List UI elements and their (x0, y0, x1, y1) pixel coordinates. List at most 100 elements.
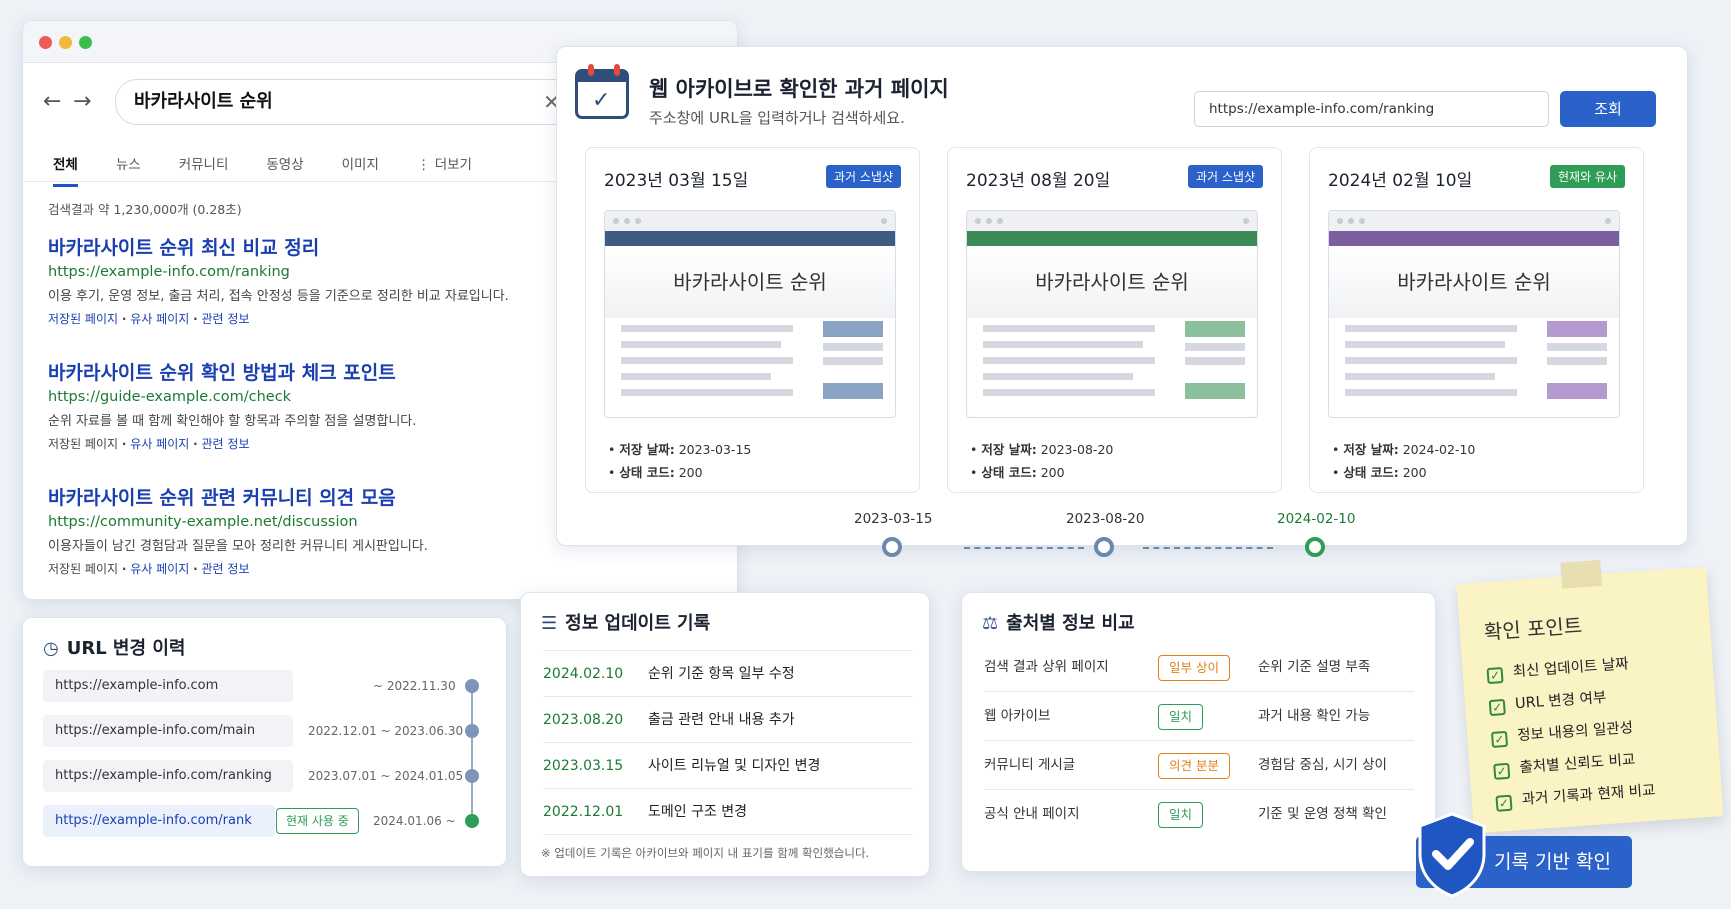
history-timeline-line (471, 688, 473, 824)
saved-date-value: 2023-08-20 (1040, 442, 1114, 457)
source-status-badge: 일치 (1158, 704, 1204, 730)
thumbnail-browser-bar (967, 211, 1257, 231)
update-row: 2022.12.01 도메인 구조 변경 (543, 789, 913, 835)
source-compare-title: 출처별 정보 비교 (1006, 613, 1135, 634)
related-info-link[interactable]: 관련 정보 (202, 312, 250, 326)
check-item: ✓ URL 변경 여부 (1488, 686, 1607, 717)
update-log-title: 정보 업데이트 기록 (565, 613, 711, 634)
update-date: 2022.12.01 (543, 804, 624, 820)
checkbox-checked-icon: ✓ (1486, 667, 1504, 685)
snapshot-thumbnail: 바카라사이트 순위 (604, 210, 896, 418)
url-history-period: 2022.12.01 ~ 2023.06.30 (308, 724, 464, 738)
snapshot-date: 2024년 02월 10일 (1328, 171, 1473, 191)
source-status-badge: 일부 상이 (1158, 655, 1230, 681)
snapshot-card[interactable]: 2024년 02월 10일 현재와 유사 바카라사이트 순위 • 저장 날짜: 202… (1309, 147, 1644, 493)
more-dots-icon: ⋮ (416, 157, 435, 173)
thumbnail-header-strip (605, 231, 895, 246)
snapshot-card[interactable]: 2023년 08월 20일 과거 스냅샷 바카라사이트 순위 • 저장 날짜: 202… (947, 147, 1282, 493)
similar-page-link[interactable]: 유사 페이지 (130, 562, 189, 576)
related-info-link[interactable]: 관련 정보 (202, 437, 250, 451)
saved-date-label: 저장 날짜: (619, 442, 675, 457)
source-compare-panel: ⚖ 출처별 정보 비교 검색 결과 상위 페이지 일부 상이 순위 기준 설명 부족 … (961, 592, 1436, 872)
link-separator: · (193, 437, 198, 451)
result-count: 검색결과 약 1,230,000개 (0.28초) (48, 202, 242, 217)
timeline-connector (1143, 547, 1273, 549)
url-history-url: https://example-info.com (43, 670, 293, 702)
tab-more-label: 더보기 (434, 157, 472, 173)
snapshot-badge: 과거 스냅샷 (1187, 165, 1263, 188)
update-date: 2024.02.10 (543, 666, 624, 682)
update-log-header: ☰ 정보 업데이트 기록 (541, 609, 710, 635)
checkbox-checked-icon: ✓ (1493, 762, 1511, 780)
status-code-label: 상태 코드: (619, 465, 675, 480)
url-history-header: ◷ URL 변경 이력 (43, 634, 185, 660)
timeline-point[interactable] (882, 537, 902, 557)
update-text: 출금 관련 안내 내용 추가 (648, 712, 795, 728)
forward-arrow-icon[interactable]: → (73, 89, 91, 114)
history-point-current (465, 814, 479, 828)
link-separator: · (121, 562, 127, 576)
thumbnail-browser-bar (605, 211, 895, 231)
calendar-check-icon: ✓ (575, 64, 629, 119)
thumbnail-page-title: 바카라사이트 순위 (1329, 246, 1619, 318)
snapshot-badge: 현재와 유사 (1549, 165, 1625, 188)
archive-url-input[interactable]: https://example-info.com/ranking (1194, 91, 1549, 127)
source-note: 순위 기준 설명 부족 (1258, 659, 1371, 675)
thumbnail-page-title: 바카라사이트 순위 (967, 246, 1257, 318)
update-text: 도메인 구조 변경 (648, 804, 748, 820)
saved-date-value: 2024-02-10 (1402, 442, 1476, 457)
saved-page-link[interactable]: 저장된 페이지 (48, 437, 118, 451)
maximize-window-button[interactable] (79, 36, 92, 49)
checkbox-checked-icon: ✓ (1490, 730, 1509, 748)
clock-icon: ◷ (43, 638, 59, 659)
similar-page-link[interactable]: 유사 페이지 (130, 312, 189, 326)
link-separator: · (193, 312, 198, 326)
history-point (465, 724, 479, 738)
current-use-badge: 현재 사용 중 (276, 808, 359, 834)
url-history-panel: ◷ URL 변경 이력 https://example-info.com ~ 20… (22, 617, 507, 867)
url-history-period: 2023.07.01 ~ 2024.01.05 (308, 769, 464, 783)
update-text: 순위 기준 항목 일부 수정 (648, 666, 795, 682)
update-row: 2023.03.15 사이트 리뉴얼 및 디자인 변경 (543, 743, 913, 789)
snapshot-date: 2023년 08월 20일 (966, 171, 1111, 191)
update-date: 2023.08.20 (543, 712, 624, 728)
update-text: 사이트 리뉴얼 및 디자인 변경 (648, 758, 821, 774)
close-window-button[interactable] (39, 36, 52, 49)
list-icon: ☰ (541, 613, 558, 634)
link-separator: · (193, 562, 198, 576)
snapshot-card[interactable]: 2023년 03월 15일 과거 스냅샷 바카라사이트 순위 • 저장 날짜: 202… (585, 147, 920, 493)
timeline-connector (964, 547, 1084, 549)
timeline-point-current[interactable] (1305, 537, 1325, 557)
tape (1560, 559, 1603, 589)
check-item-label: 정보 내용의 일관성 (1516, 720, 1634, 745)
related-info-link[interactable]: 관련 정보 (202, 562, 250, 576)
update-log-panel: ☰ 정보 업데이트 기록 2024.02.10 순위 기준 항목 일부 수정 202… (520, 592, 930, 877)
timeline-point[interactable] (1094, 537, 1114, 557)
url-history-url: https://example-info.com/main (43, 715, 293, 747)
check-item: ✓ 최신 업데이트 날짜 (1486, 652, 1630, 685)
check-item-label: 출처별 신뢰도 비교 (1519, 752, 1636, 777)
check-item: ✓ 정보 내용의 일관성 (1490, 716, 1634, 748)
link-separator: · (121, 437, 127, 451)
search-input[interactable]: 바카라사이트 순위 ✕ (115, 79, 575, 125)
similar-page-link[interactable]: 유사 페이지 (130, 437, 189, 451)
check-item: ✓ 출처별 신뢰도 비교 (1493, 748, 1636, 780)
thumbnail-header-strip (1329, 231, 1619, 246)
saved-page-link[interactable]: 저장된 페이지 (48, 312, 118, 326)
saved-page-link[interactable]: 저장된 페이지 (48, 562, 118, 576)
source-row: 커뮤니티 게시글 의견 분분 경험담 중심, 시기 상이 (984, 741, 1414, 790)
source-compare-header: ⚖ 출처별 정보 비교 (982, 609, 1135, 635)
back-arrow-icon[interactable]: ← (43, 89, 61, 114)
minimize-window-button[interactable] (59, 36, 72, 49)
check-item-label: URL 변경 여부 (1514, 689, 1607, 713)
url-history-period: ~ 2022.11.30 (373, 679, 456, 693)
result-links: 저장된 페이지 · 유사 페이지 · 관련 정보 (48, 560, 728, 577)
timeline-date: 2024-02-10 (1277, 511, 1356, 527)
check-item-label: 최신 업데이트 날짜 (1512, 656, 1630, 681)
status-code-value: 200 (678, 465, 703, 480)
lookup-button[interactable]: 조회 (1560, 91, 1656, 127)
snapshot-thumbnail: 바카라사이트 순위 (1328, 210, 1620, 418)
source-status-badge: 일치 (1158, 802, 1204, 828)
source-row: 검색 결과 상위 페이지 일부 상이 순위 기준 설명 부족 (984, 643, 1414, 692)
source-note: 기준 및 운영 정책 확인 (1258, 806, 1387, 822)
